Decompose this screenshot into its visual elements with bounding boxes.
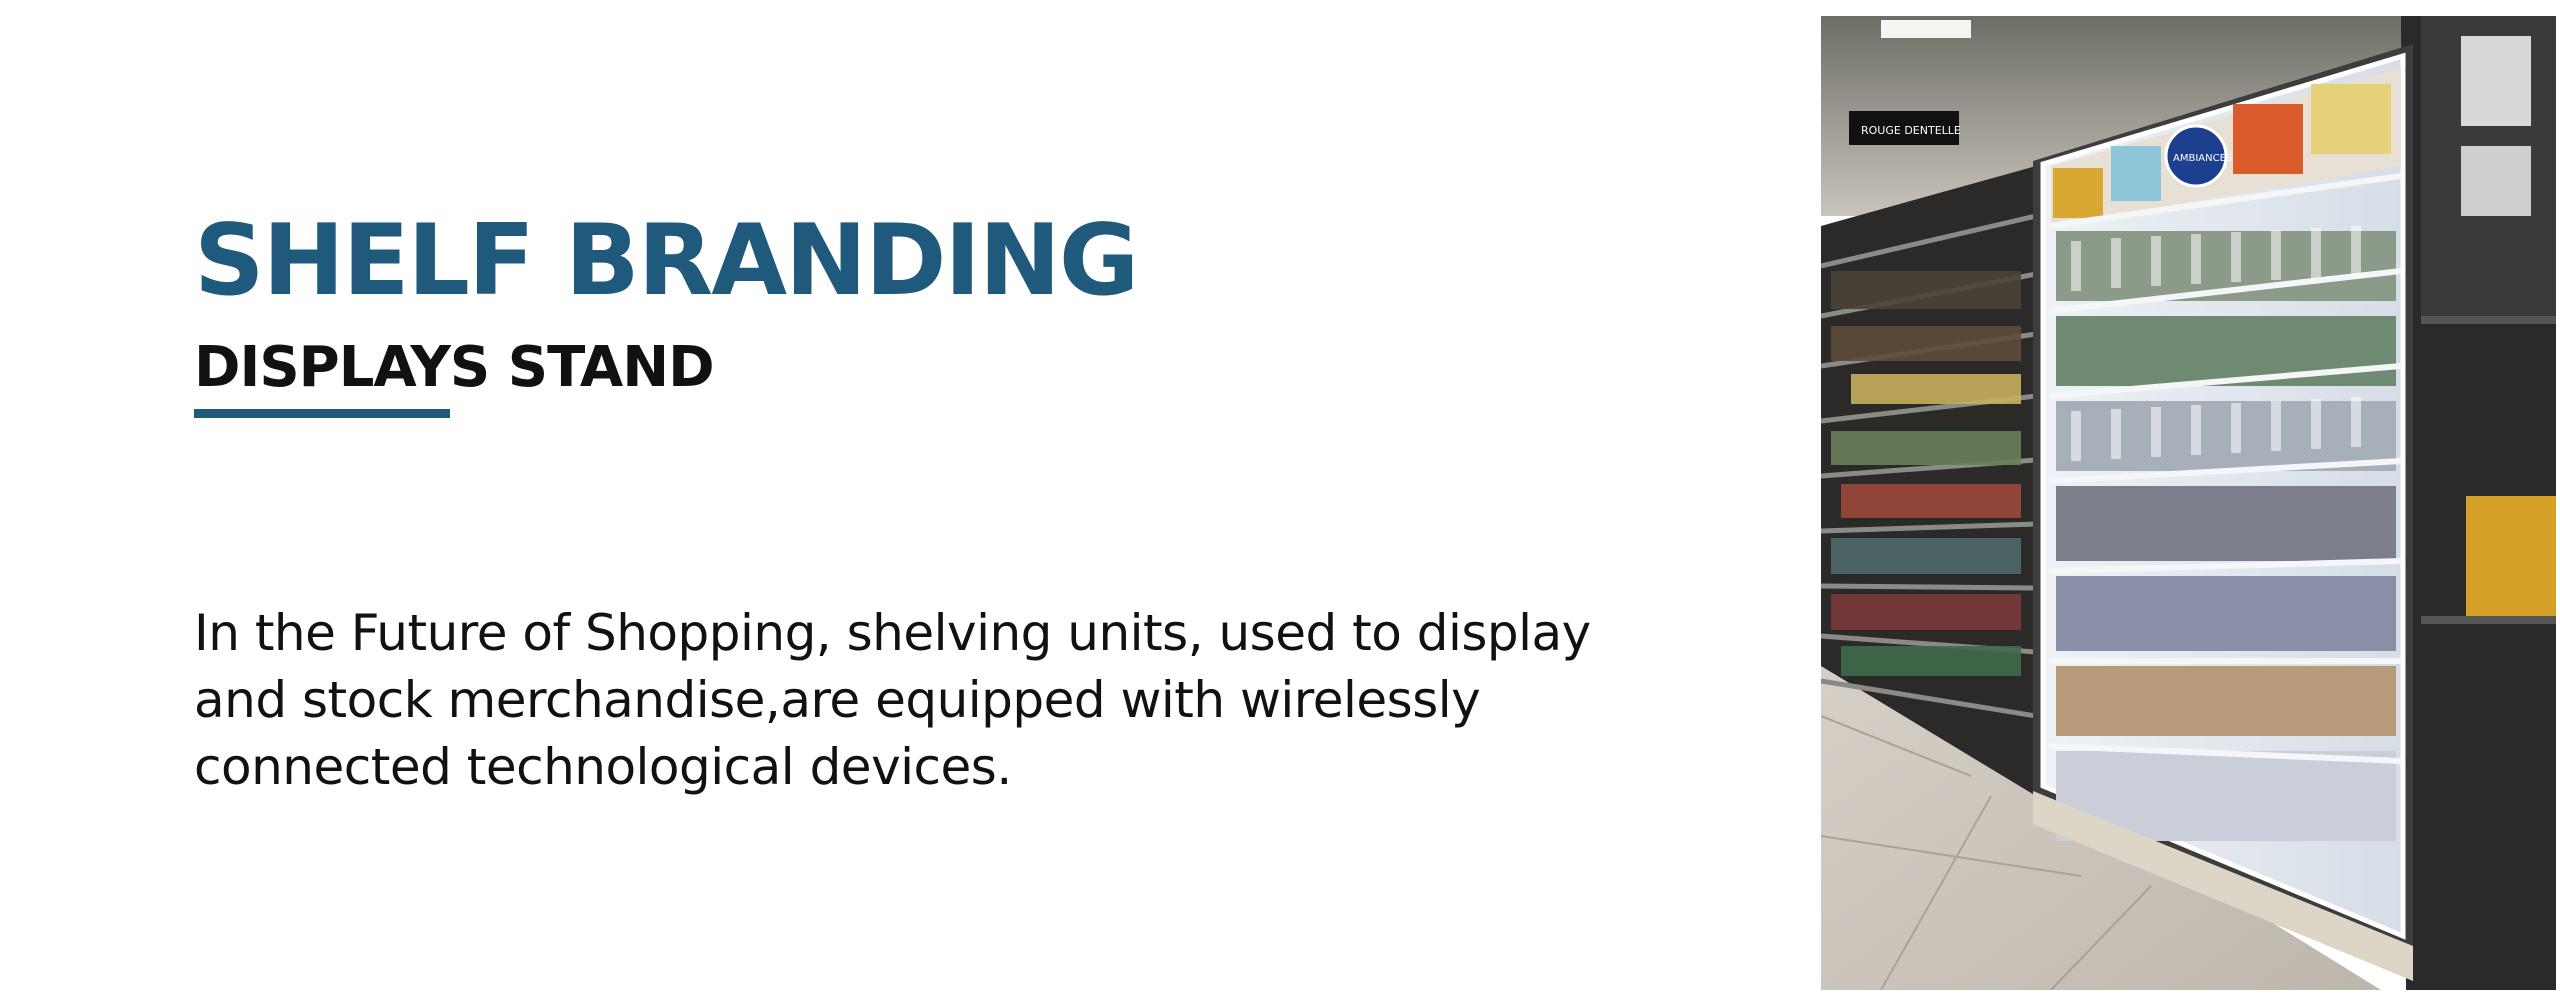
- slide-subtitle: DISPLAYS STAND: [194, 335, 715, 400]
- slide-body: In the Future of Shopping, shelving unit…: [194, 604, 1591, 796]
- slide-title: SHELF BRANDING: [194, 204, 1139, 318]
- display-sign-text: AMBIANCES: [2173, 153, 2232, 164]
- accent-underline: [194, 409, 450, 418]
- shelf-display-photo: ROUGE DENTELLE AMBIANCES: [1821, 16, 2556, 990]
- aisle-sign-text: ROUGE DENTELLE: [1861, 124, 1961, 137]
